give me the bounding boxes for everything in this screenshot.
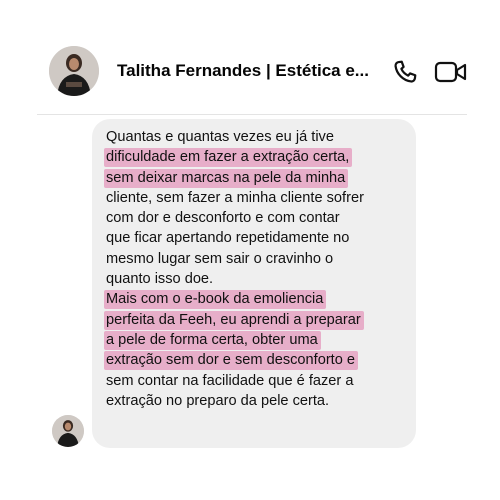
message-line: dificuldade em fazer a extração certa, bbox=[104, 147, 406, 168]
message-line: mesmo lugar sem sair o cravinho o bbox=[106, 249, 406, 269]
message-text-line: mesmo lugar sem sair o cravinho o bbox=[106, 250, 334, 267]
message-text-line: sem contar na facilidade que é fazer a bbox=[106, 372, 354, 389]
sender-avatar bbox=[52, 415, 84, 447]
message-line: com dor e desconforto e com contar bbox=[106, 208, 406, 228]
message-text-line: Quantas e quantas vezes eu já tive bbox=[106, 129, 334, 145]
message-line: Quantas e quantas vezes eu já tive bbox=[106, 127, 406, 147]
highlighted-text: a pele de forma certa, obter uma bbox=[104, 330, 321, 350]
chat-header: Talitha Fernandes | Estética e... bbox=[0, 0, 500, 116]
message-line: a pele de forma certa, obter uma bbox=[104, 330, 406, 350]
message-text-line: que ficar apertando repetidamente no bbox=[106, 230, 350, 247]
message-line: cliente, sem fazer a minha cliente sofre… bbox=[106, 188, 406, 208]
message-line: que ficar apertando repetidamente no bbox=[106, 228, 406, 248]
message-text-line: extração no preparo da pele certa. bbox=[106, 392, 330, 409]
message-line: perfeita da Feeh, eu aprendi a preparar bbox=[104, 310, 406, 330]
message-line: quanto isso doe. bbox=[106, 269, 406, 289]
highlighted-text: sem deixar marcas na pele da minha bbox=[104, 168, 349, 188]
message-line: sem deixar marcas na pele da minha bbox=[104, 168, 406, 188]
message-text-line: cliente, sem fazer a minha cliente sofre… bbox=[106, 189, 364, 206]
phone-icon[interactable] bbox=[391, 58, 419, 86]
message-line: sem contar na facilidade que é fazer a bbox=[106, 371, 406, 391]
highlighted-text: perfeita da Feeh, eu aprendi a preparar bbox=[104, 310, 364, 330]
header-divider bbox=[37, 114, 467, 115]
highlighted-text: Mais com o e-book da emoliencia bbox=[104, 290, 327, 310]
message-text-line: com dor e desconforto e com contar bbox=[106, 210, 340, 227]
message-text-line: quanto isso doe. bbox=[106, 271, 214, 288]
message-line: extração no preparo da pele certa. bbox=[106, 391, 406, 411]
highlighted-text: extração sem dor e sem desconforto e bbox=[104, 351, 359, 371]
message-line: extração sem dor e sem desconforto e bbox=[104, 350, 406, 371]
contact-avatar[interactable] bbox=[49, 46, 99, 96]
contact-name[interactable]: Talitha Fernandes | Estética e... bbox=[117, 61, 369, 81]
video-camera-icon[interactable] bbox=[434, 58, 468, 86]
message-line: Mais com o e-book da emoliencia bbox=[104, 289, 406, 310]
highlighted-text: dificuldade em fazer a extração certa, bbox=[104, 148, 353, 168]
message-text: Quantas e quantas vezes eu já tive dificu… bbox=[104, 127, 406, 411]
